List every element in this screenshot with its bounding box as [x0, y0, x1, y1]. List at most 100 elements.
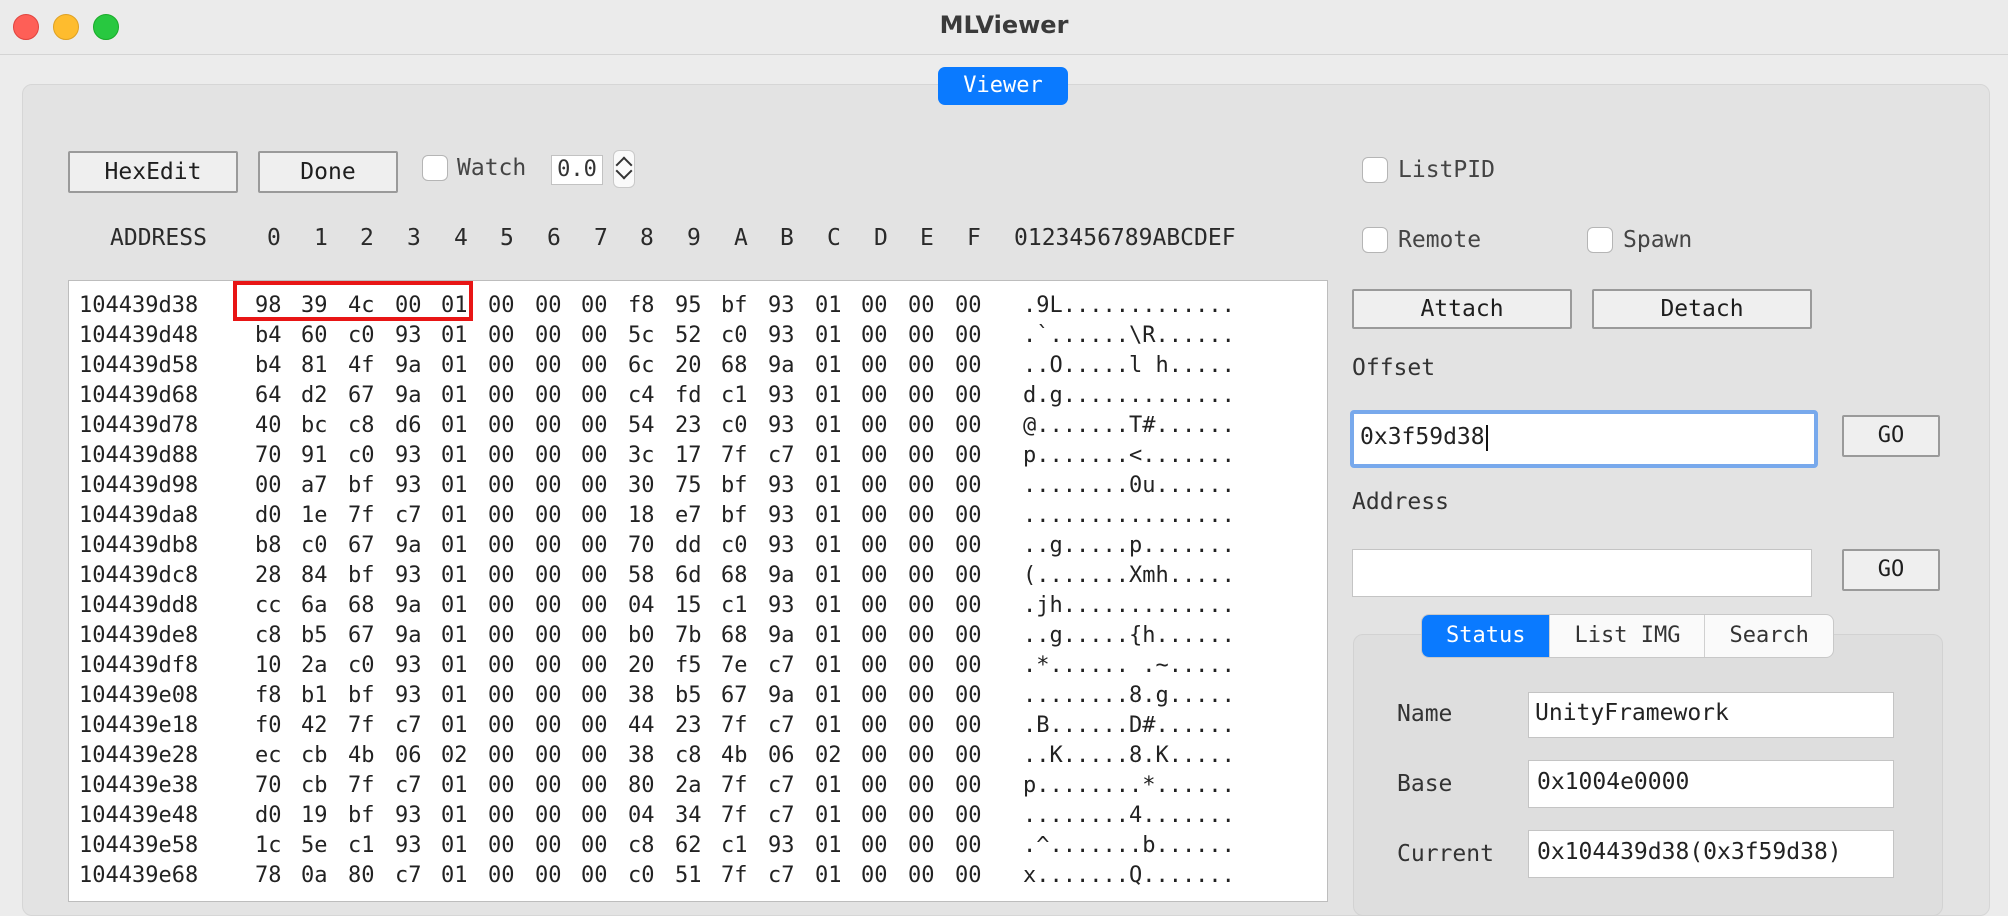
tab-status[interactable]: Status: [1422, 615, 1551, 657]
hex-byte[interactable]: 9a: [395, 593, 422, 618]
hex-byte[interactable]: 00: [955, 323, 982, 348]
hex-byte[interactable]: 93: [768, 533, 795, 558]
hex-byte[interactable]: 4b: [721, 743, 748, 768]
hex-byte[interactable]: 67: [348, 623, 375, 648]
hex-byte[interactable]: c4: [628, 383, 655, 408]
hex-byte[interactable]: 00: [488, 803, 515, 828]
hex-byte[interactable]: 00: [581, 683, 608, 708]
hex-byte[interactable]: 00: [535, 683, 562, 708]
hex-byte[interactable]: 00: [955, 743, 982, 768]
hex-byte[interactable]: 01: [815, 473, 842, 498]
hex-byte[interactable]: 23: [675, 413, 702, 438]
hex-byte[interactable]: 93: [768, 503, 795, 528]
hex-byte[interactable]: 00: [861, 773, 888, 798]
hex-byte[interactable]: 00: [908, 743, 935, 768]
hex-byte[interactable]: 00: [861, 593, 888, 618]
hex-byte[interactable]: d0: [255, 503, 282, 528]
hex-byte[interactable]: 01: [441, 623, 468, 648]
attach-button[interactable]: Attach: [1352, 289, 1572, 329]
hex-byte[interactable]: 00: [535, 803, 562, 828]
hex-byte[interactable]: 93: [768, 473, 795, 498]
hex-byte[interactable]: 93: [395, 653, 422, 678]
hex-byte[interactable]: 00: [488, 863, 515, 888]
spawn-checkbox[interactable]: [1587, 227, 1613, 253]
hex-byte[interactable]: 68: [721, 623, 748, 648]
hex-byte[interactable]: 93: [395, 833, 422, 858]
hex-byte[interactable]: 00: [955, 683, 982, 708]
hex-byte[interactable]: 00: [488, 293, 515, 318]
hex-byte[interactable]: c8: [628, 833, 655, 858]
watch-interval-stepper[interactable]: [613, 150, 635, 188]
hex-byte[interactable]: bf: [721, 293, 748, 318]
listpid-checkbox[interactable]: [1362, 157, 1388, 183]
hex-byte[interactable]: bf: [348, 563, 375, 588]
hex-byte[interactable]: 01: [815, 353, 842, 378]
hex-byte[interactable]: 00: [488, 503, 515, 528]
hex-byte[interactable]: 00: [861, 833, 888, 858]
hex-byte[interactable]: 93: [768, 293, 795, 318]
hex-byte[interactable]: 00: [535, 863, 562, 888]
hex-byte[interactable]: 00: [581, 413, 608, 438]
hex-byte[interactable]: 9a: [395, 623, 422, 648]
hex-byte[interactable]: 00: [535, 443, 562, 468]
hex-byte[interactable]: 00: [535, 833, 562, 858]
hex-byte[interactable]: 02: [441, 743, 468, 768]
hex-byte[interactable]: 00: [861, 293, 888, 318]
hex-byte[interactable]: 00: [955, 563, 982, 588]
hex-byte[interactable]: 20: [675, 353, 702, 378]
hex-byte[interactable]: 5c: [628, 323, 655, 348]
hex-byte[interactable]: 01: [441, 713, 468, 738]
hex-byte[interactable]: c0: [721, 323, 748, 348]
hex-byte[interactable]: 00: [581, 443, 608, 468]
hex-byte[interactable]: 80: [628, 773, 655, 798]
hex-byte[interactable]: 00: [488, 533, 515, 558]
hex-byte[interactable]: 01: [815, 833, 842, 858]
hex-byte[interactable]: 81: [301, 353, 328, 378]
hex-byte[interactable]: 01: [815, 623, 842, 648]
hex-byte[interactable]: 78: [255, 863, 282, 888]
hex-byte[interactable]: 01: [815, 293, 842, 318]
hex-byte[interactable]: 6d: [675, 563, 702, 588]
hex-byte[interactable]: 00: [955, 653, 982, 678]
hex-byte[interactable]: 15: [675, 593, 702, 618]
hex-byte[interactable]: 7f: [348, 503, 375, 528]
hex-byte[interactable]: d2: [301, 383, 328, 408]
hex-byte[interactable]: dd: [675, 533, 702, 558]
hex-byte[interactable]: 93: [768, 413, 795, 438]
hex-byte[interactable]: 6c: [628, 353, 655, 378]
hex-byte[interactable]: c7: [395, 863, 422, 888]
hex-byte[interactable]: 00: [581, 863, 608, 888]
hex-byte[interactable]: 00: [535, 593, 562, 618]
hex-byte[interactable]: 00: [581, 323, 608, 348]
hex-byte[interactable]: 52: [675, 323, 702, 348]
hex-byte[interactable]: 9a: [395, 383, 422, 408]
hex-byte[interactable]: 00: [955, 773, 982, 798]
hex-byte[interactable]: 00: [255, 473, 282, 498]
hex-byte[interactable]: 00: [955, 713, 982, 738]
hex-byte[interactable]: 38: [628, 683, 655, 708]
hex-byte[interactable]: 01: [441, 443, 468, 468]
hex-byte[interactable]: 00: [908, 593, 935, 618]
hex-byte[interactable]: 00: [861, 743, 888, 768]
hex-byte[interactable]: 00: [488, 713, 515, 738]
hex-byte[interactable]: 00: [908, 563, 935, 588]
hex-byte[interactable]: 00: [861, 533, 888, 558]
watch-checkbox[interactable]: [422, 155, 448, 181]
hex-byte[interactable]: 75: [675, 473, 702, 498]
hex-byte[interactable]: 00: [581, 473, 608, 498]
hex-byte[interactable]: 00: [908, 443, 935, 468]
hex-byte[interactable]: 00: [908, 413, 935, 438]
hex-byte[interactable]: 18: [628, 503, 655, 528]
hex-byte[interactable]: 51: [675, 863, 702, 888]
hex-byte[interactable]: 01: [441, 413, 468, 438]
hex-byte[interactable]: 00: [535, 653, 562, 678]
hex-byte[interactable]: 00: [581, 773, 608, 798]
hex-byte[interactable]: 00: [955, 863, 982, 888]
hex-byte[interactable]: a7: [301, 473, 328, 498]
hex-byte[interactable]: 00: [861, 623, 888, 648]
hex-byte[interactable]: 00: [581, 713, 608, 738]
hex-byte[interactable]: 00: [488, 683, 515, 708]
hex-byte[interactable]: 00: [861, 413, 888, 438]
hex-byte[interactable]: 00: [535, 563, 562, 588]
hex-byte[interactable]: c1: [348, 833, 375, 858]
